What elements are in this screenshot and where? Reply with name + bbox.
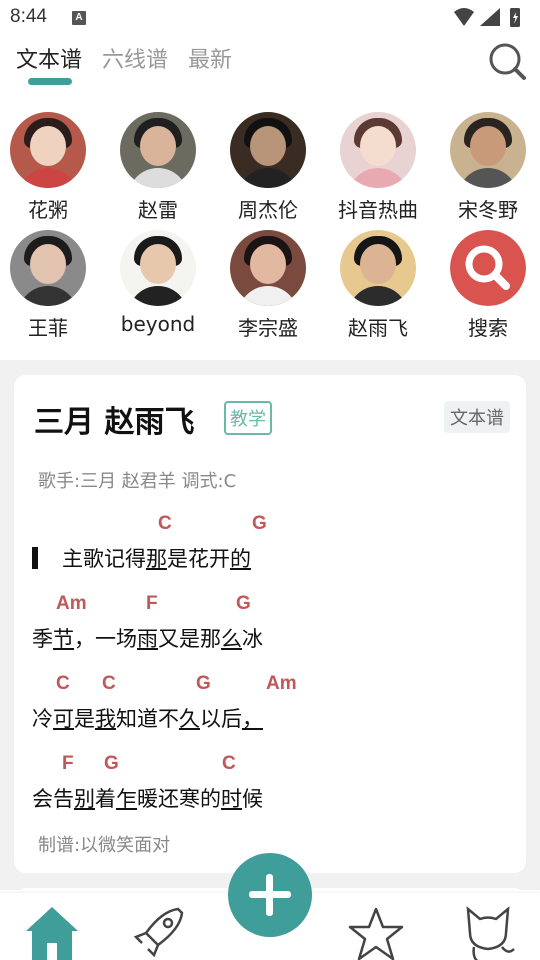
search-icon[interactable]	[486, 40, 528, 82]
artist-item[interactable]: 李宗盛	[218, 230, 318, 341]
search-circle-icon	[450, 230, 526, 306]
top-tabs: 文本谱 六线谱 最新	[0, 36, 540, 96]
avatar	[450, 112, 526, 188]
chord-label: G	[196, 673, 211, 694]
signal-icon	[480, 8, 500, 26]
artist-name: 搜索	[468, 316, 508, 340]
chord-label: F	[146, 593, 158, 614]
artist-name: 抖音热曲	[338, 198, 418, 222]
lyric-line: 季节，一场雨又是那么冰	[32, 627, 263, 651]
avatar	[230, 112, 306, 188]
chord-label: G	[236, 593, 251, 614]
transcriber-credit: 制谱:以微笑面对	[38, 835, 171, 856]
cat-profile-icon[interactable]	[458, 903, 518, 960]
chord-label: G	[104, 753, 119, 774]
chord-label: C	[102, 673, 116, 694]
add-button[interactable]	[228, 853, 312, 937]
teach-badge: 教学	[224, 401, 272, 435]
chord-label: F	[62, 753, 74, 774]
lyric-line: 主歌记得那是花开的	[62, 547, 251, 571]
artist-name: beyond	[120, 312, 196, 336]
artist-item[interactable]: 搜索	[438, 230, 538, 341]
artist-name: 王菲	[28, 316, 68, 340]
chord-label: C	[222, 753, 236, 774]
lyric-line: 会告别着乍暖还寒的时候	[32, 787, 263, 811]
chord-label: G	[252, 513, 267, 534]
avatar	[120, 112, 196, 188]
star-icon[interactable]	[346, 903, 406, 960]
score-type-badge: 文本谱	[444, 401, 510, 433]
chord-label: C	[158, 513, 172, 534]
artist-item[interactable]: 抖音热曲	[328, 112, 428, 223]
status-bar: 8:44 A	[0, 0, 540, 36]
avatar	[340, 230, 416, 306]
artist-item[interactable]: 王菲	[0, 230, 98, 341]
active-tab-indicator	[28, 78, 72, 85]
artist-name: 花粥	[28, 198, 68, 222]
chord-label: C	[56, 673, 70, 694]
avatar	[340, 112, 416, 188]
status-time: 8:44	[10, 6, 47, 27]
chord-label: Am	[56, 593, 87, 614]
artist-name: 宋冬野	[458, 198, 518, 222]
artist-name: 李宗盛	[238, 316, 298, 340]
lyric-line: 冷可是我知道不久以后，	[32, 707, 263, 731]
rocket-icon[interactable]	[132, 903, 192, 960]
status-icons	[454, 8, 520, 27]
song-title: 三月 赵雨飞	[34, 405, 195, 440]
artist-name: 赵雨飞	[348, 316, 408, 340]
avatar	[10, 230, 86, 306]
chord-label: Am	[266, 673, 297, 694]
avatar	[10, 112, 86, 188]
song-card[interactable]: 三月 赵雨飞 教学 文本谱 歌手:三月 赵君羊 调式:C C G 主歌记得那是花…	[14, 375, 526, 873]
artist-name: 周杰伦	[238, 198, 298, 222]
tab-guitar-tab[interactable]: 六线谱	[102, 42, 168, 74]
artist-item[interactable]: 赵雷	[108, 112, 208, 223]
tab-latest[interactable]: 最新	[188, 42, 232, 74]
home-icon[interactable]	[22, 903, 82, 960]
verse-marker	[32, 547, 38, 569]
artist-item[interactable]: beyond	[108, 230, 208, 336]
song-meta: 歌手:三月 赵君羊 调式:C	[38, 471, 237, 492]
avatar	[230, 230, 306, 306]
artist-name: 赵雷	[138, 198, 178, 222]
artist-item[interactable]: 宋冬野	[438, 112, 538, 223]
artist-item[interactable]: 赵雨飞	[328, 230, 428, 341]
avatar	[120, 230, 196, 306]
artist-item[interactable]: 周杰伦	[218, 112, 318, 223]
wifi-icon	[454, 8, 474, 26]
tab-text-tab[interactable]: 文本谱	[16, 42, 82, 74]
notification-icon: A	[72, 11, 86, 25]
artist-item[interactable]: 花粥	[0, 112, 98, 223]
